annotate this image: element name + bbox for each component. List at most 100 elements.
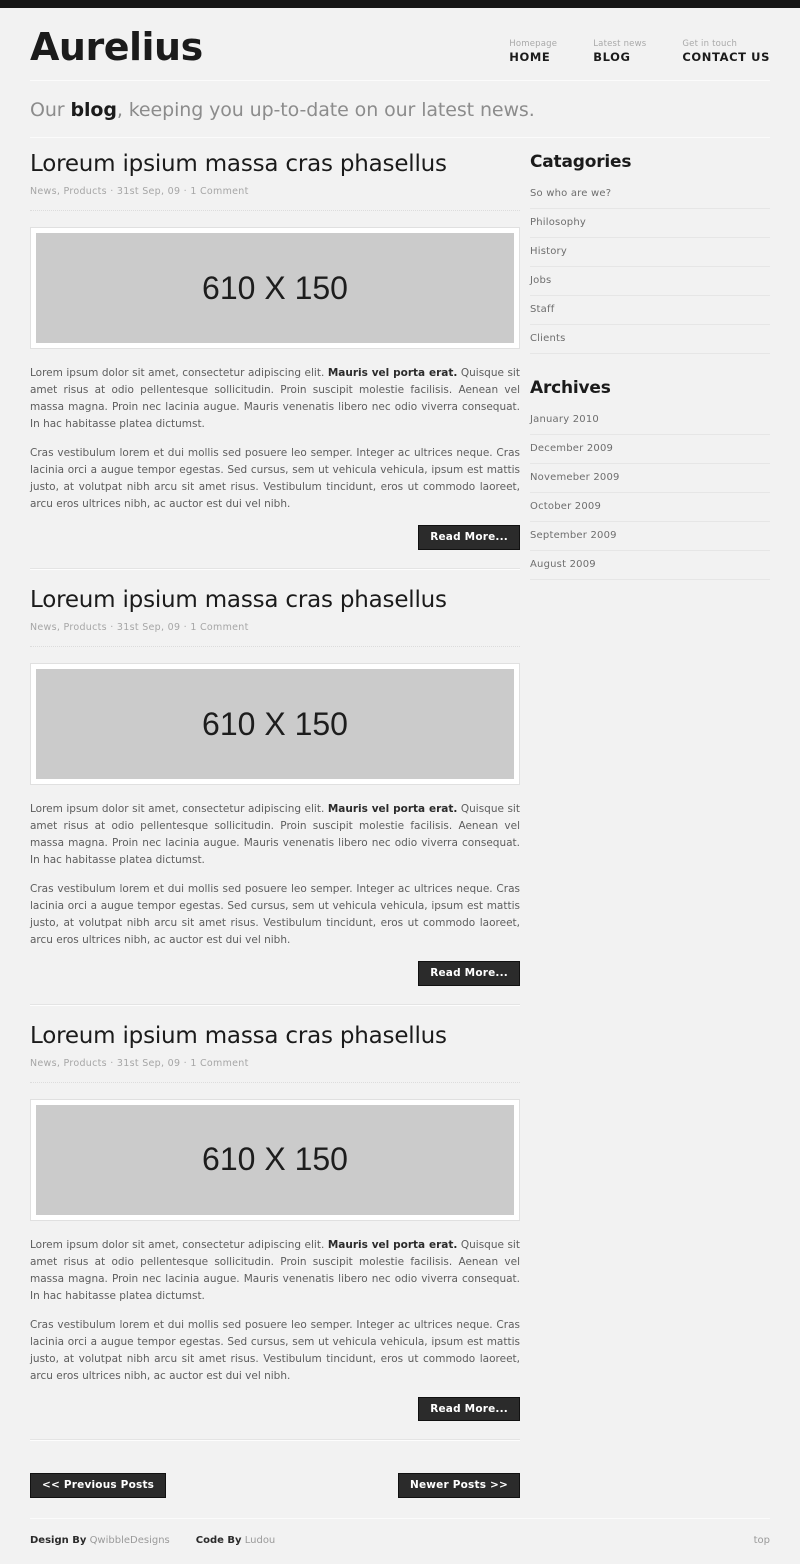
design-by-label: Design By [30, 1534, 87, 1546]
page-tagline: Our blog, keeping you up-to-date on our … [30, 81, 770, 137]
sidebar-categories-list: So who are we? Philosophy History Jobs S… [530, 184, 770, 354]
sidebar-item-staff[interactable]: Staff [530, 296, 770, 325]
meta-separator: · [110, 1057, 114, 1069]
previous-posts-button[interactable]: << Previous Posts [30, 1473, 167, 1498]
nav-item-blog-label: BLOG [593, 49, 631, 64]
post-meta-divider [30, 1081, 520, 1083]
main-columns: Loreum ipsium massa cras phasellus News,… [30, 138, 770, 1498]
sidebar: Catagories So who are we? Philosophy His… [530, 138, 770, 1498]
post-thumbnail-placeholder: 610 X 150 [36, 1104, 514, 1215]
post-paragraph-1: Lorem ipsum dolor sit amet, consectetur … [30, 1237, 520, 1305]
archive-item-december-2009[interactable]: December 2009 [530, 435, 770, 464]
post-categories[interactable]: News, Products [30, 1058, 107, 1069]
top-black-bar [0, 0, 800, 8]
main-navigation: Homepage HOME Latest news BLOG Get in to… [509, 40, 770, 66]
post-title[interactable]: Loreum ipsium massa cras phasellus [30, 587, 520, 613]
post-meta: News, Products · 31st Sep, 09 · 1 Commen… [30, 186, 520, 197]
archive-item-september-2009[interactable]: September 2009 [530, 522, 770, 551]
post-date: 31st Sep, 09 [116, 1057, 181, 1069]
blog-post: Loreum ipsium massa cras phasellus News,… [30, 151, 520, 550]
post-thumbnail-placeholder: 610 X 150 [36, 669, 514, 780]
read-more-button[interactable]: Read More... [418, 525, 520, 550]
sidebar-archives-list: January 2010 December 2009 Novemeber 200… [530, 410, 770, 580]
site-logo[interactable]: Aurelius [30, 28, 203, 66]
post-paragraph-1: Lorem ipsum dolor sit amet, consectetur … [30, 801, 520, 869]
post-p1-part-a: Lorem ipsum dolor sit amet, consectetur … [30, 367, 328, 380]
back-to-top-link[interactable]: top [754, 1535, 770, 1546]
content-column: Loreum ipsium massa cras phasellus News,… [30, 138, 520, 1498]
blog-post: Loreum ipsium massa cras phasellus News,… [30, 587, 520, 986]
code-by-label: Code By [195, 1534, 242, 1546]
nav-item-home-subtitle: Homepage [509, 39, 558, 49]
post-p1-part-a: Lorem ipsum dolor sit amet, consectetur … [30, 803, 328, 816]
nav-item-contact-us-subtitle: Get in touch [682, 39, 738, 49]
sidebar-item-so-who-are-we[interactable]: So who are we? [530, 184, 770, 209]
post-paragraph-2: Cras vestibulum lorem et dui mollis sed … [30, 1318, 520, 1382]
read-more-row: Read More... [30, 525, 520, 550]
newer-posts-button[interactable]: Newer Posts >> [397, 1473, 520, 1498]
site-header: Aurelius Homepage HOME Latest news BLOG … [30, 8, 770, 80]
read-more-button[interactable]: Read More... [418, 961, 520, 986]
post-p1-part-a: Lorem ipsum dolor sit amet, consectetur … [30, 1238, 328, 1251]
meta-separator: · [183, 186, 187, 198]
post-date: 31st Sep, 09 [116, 622, 181, 634]
post-p1-emphasis: Mauris vel porta erat. [327, 1238, 458, 1251]
read-more-row: Read More... [30, 961, 520, 986]
post-meta-divider [30, 646, 520, 648]
sidebar-item-philosophy[interactable]: Philosophy [530, 209, 770, 238]
sidebar-item-jobs[interactable]: Jobs [530, 267, 770, 296]
archive-item-january-2010[interactable]: January 2010 [530, 410, 770, 435]
site-footer: Design By QwibbleDesigns Code By Ludou t… [30, 1519, 770, 1564]
post-p1-emphasis: Mauris vel porta erat. [327, 803, 458, 816]
nav-item-contact-us-label: CONTACT US [682, 49, 770, 64]
design-credit: Design By QwibbleDesigns [30, 1535, 170, 1546]
design-by-name[interactable]: QwibbleDesigns [90, 1535, 170, 1546]
post-categories[interactable]: News, Products [30, 186, 107, 197]
nav-item-contact-us[interactable]: Get in touch CONTACT US [682, 40, 770, 63]
post-meta: News, Products · 31st Sep, 09 · 1 Commen… [30, 622, 520, 633]
read-more-button[interactable]: Read More... [418, 1396, 520, 1422]
post-p1-emphasis: Mauris vel porta erat. [327, 367, 458, 380]
code-by-name[interactable]: Ludou [245, 1535, 276, 1546]
footer-credits: Design By QwibbleDesigns Code By Ludou [30, 1535, 275, 1546]
post-paragraph-1: Lorem ipsum dolor sit amet, consectetur … [30, 365, 520, 433]
sidebar-archives-title: Archives [530, 378, 611, 398]
post-date: 31st Sep, 09 [116, 186, 181, 198]
post-comment-count[interactable]: 1 Comment [190, 622, 248, 633]
sidebar-item-clients[interactable]: Clients [530, 325, 770, 354]
sidebar-categories-title: Catagories [530, 152, 632, 172]
pagination-divider [30, 1439, 520, 1442]
post-comment-count[interactable]: 1 Comment [190, 186, 248, 197]
nav-item-blog-subtitle: Latest news [593, 39, 647, 49]
post-thumbnail[interactable]: 610 X 150 [30, 663, 520, 786]
page-wrapper: Aurelius Homepage HOME Latest news BLOG … [0, 8, 800, 1564]
archive-item-november-2009[interactable]: Novemeber 2009 [530, 464, 770, 493]
post-thumbnail-placeholder: 610 X 150 [36, 233, 514, 344]
nav-item-home[interactable]: Homepage HOME [509, 40, 557, 63]
blog-post: Loreum ipsium massa cras phasellus News,… [30, 1023, 520, 1422]
meta-separator: · [110, 622, 114, 634]
post-meta-divider [30, 210, 520, 212]
nav-item-blog[interactable]: Latest news BLOG [593, 40, 646, 63]
post-title[interactable]: Loreum ipsium massa cras phasellus [30, 151, 520, 177]
post-thumbnail[interactable]: 610 X 150 [30, 1098, 520, 1221]
post-separator [30, 1003, 520, 1006]
sidebar-item-history[interactable]: History [530, 238, 770, 267]
code-credit: Code By Ludou [196, 1535, 276, 1546]
meta-separator: · [183, 1057, 187, 1069]
tagline-prefix: Our [30, 99, 71, 121]
pagination: << Previous Posts Newer Posts >> [30, 1459, 520, 1498]
tagline-emphasis: blog [70, 99, 117, 121]
nav-item-home-label: HOME [509, 49, 551, 64]
post-thumbnail[interactable]: 610 X 150 [30, 227, 520, 350]
post-paragraph-2: Cras vestibulum lorem et dui mollis sed … [30, 447, 520, 511]
tagline-suffix: , keeping you up-to-date on our latest n… [116, 99, 535, 121]
post-title[interactable]: Loreum ipsium massa cras phasellus [30, 1023, 520, 1049]
meta-separator: · [183, 622, 187, 634]
archive-item-october-2009[interactable]: October 2009 [530, 493, 770, 522]
post-categories[interactable]: News, Products [30, 622, 107, 633]
meta-separator: · [110, 186, 114, 198]
post-meta: News, Products · 31st Sep, 09 · 1 Commen… [30, 1058, 520, 1069]
post-comment-count[interactable]: 1 Comment [190, 1058, 248, 1069]
archive-item-august-2009[interactable]: August 2009 [530, 551, 770, 580]
